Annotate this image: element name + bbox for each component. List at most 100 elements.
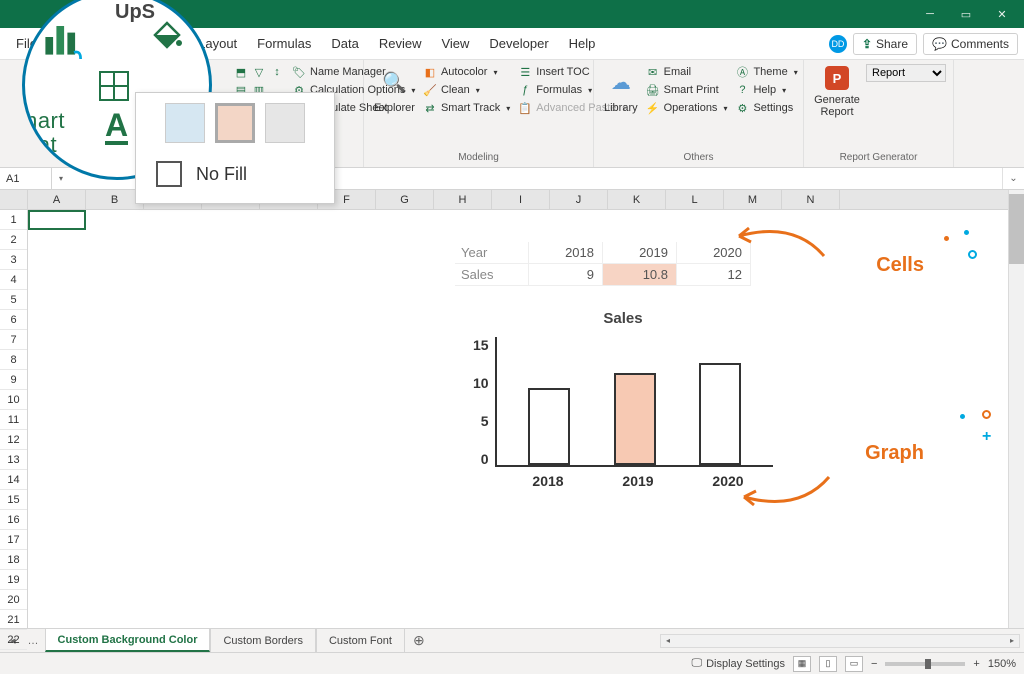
row-header[interactable]: 16	[0, 510, 27, 530]
row-header[interactable]: 9	[0, 370, 27, 390]
maximize-button[interactable]: ▭	[948, 0, 984, 28]
column-header[interactable]: H	[434, 190, 492, 209]
tab-formulas[interactable]: Formulas	[247, 28, 321, 59]
row-header[interactable]: 1	[0, 210, 27, 230]
view-normal[interactable]: ▦	[793, 656, 811, 672]
scroll-thumb[interactable]	[1009, 194, 1024, 264]
report-dropdown[interactable]: Report	[866, 64, 946, 82]
cell-sales-label[interactable]: Sales	[455, 264, 529, 286]
collapse-ribbon[interactable]: ⌄	[1002, 168, 1024, 189]
row-header[interactable]: 21	[0, 610, 27, 630]
comments-button[interactable]: 💬Comments	[923, 33, 1018, 55]
toc-icon: ☰	[518, 65, 532, 79]
row-header[interactable]: 10	[0, 390, 27, 410]
smart-format-chart-icon[interactable]	[41, 15, 85, 59]
no-fill-option[interactable]: No Fill	[146, 155, 324, 193]
theme[interactable]: ⒶTheme▾	[733, 64, 799, 80]
row-header[interactable]: 3	[0, 250, 27, 270]
row-header[interactable]: 18	[0, 550, 27, 570]
row-header[interactable]: 6	[0, 310, 27, 330]
row-header[interactable]: 11	[0, 410, 27, 430]
row-header[interactable]: 7	[0, 330, 27, 350]
sheet-tab-font[interactable]: Custom Font	[316, 629, 405, 652]
avatar[interactable]: DD	[829, 35, 847, 53]
column-header[interactable]: N	[782, 190, 840, 209]
hscroll-right[interactable]: ▸	[1005, 636, 1019, 645]
row-header[interactable]: 19	[0, 570, 27, 590]
tab-data[interactable]: Data	[321, 28, 368, 59]
track-icon: ⇄	[423, 101, 437, 115]
settings[interactable]: ⚙Settings	[733, 100, 799, 116]
library-icon[interactable]: ☁	[605, 66, 637, 98]
tab-developer[interactable]: Developer	[479, 28, 558, 59]
row-header[interactable]: 4	[0, 270, 27, 290]
cell-12[interactable]: 12	[677, 264, 751, 286]
view-page-break[interactable]: ▭	[845, 656, 863, 672]
cell-9[interactable]: 9	[529, 264, 603, 286]
cell-2018[interactable]: 2018	[529, 242, 603, 264]
font-color-icon[interactable]: A	[105, 109, 128, 145]
add-sheet-button[interactable]: ⊕	[405, 632, 433, 649]
email[interactable]: ✉Email	[644, 64, 730, 80]
clean[interactable]: 🧹Clean▾	[421, 82, 512, 98]
minimize-button[interactable]: ─	[912, 0, 948, 28]
column-header[interactable]: K	[608, 190, 666, 209]
row-header[interactable]: 15	[0, 490, 27, 510]
bar-2018	[528, 388, 570, 465]
row-header[interactable]: 20	[0, 590, 27, 610]
view-page-layout[interactable]: ▯	[819, 656, 837, 672]
smart-print[interactable]: 🖨Smart Print	[644, 82, 730, 98]
cell-year-label[interactable]: Year	[455, 242, 529, 264]
tab-help[interactable]: Help	[559, 28, 606, 59]
select-all-corner[interactable]	[0, 190, 27, 210]
nofill-label: No Fill	[196, 164, 247, 185]
display-settings[interactable]: 🖵Display Settings	[692, 657, 785, 670]
zoom-in[interactable]: +	[973, 658, 979, 670]
column-header[interactable]: A	[28, 190, 86, 209]
row-header[interactable]: 5	[0, 290, 27, 310]
swatch-peach[interactable]	[215, 103, 255, 143]
row-header[interactable]: 2	[0, 230, 27, 250]
explorer-icon[interactable]: 🔍	[378, 66, 410, 98]
row-header[interactable]: 14	[0, 470, 27, 490]
column-header[interactable]: M	[724, 190, 782, 209]
row-header[interactable]: 13	[0, 450, 27, 470]
grid-main[interactable]: ABCDEFGHIJKLMN Year 2018 2019 2020 Sales…	[28, 190, 1024, 628]
column-header[interactable]: I	[492, 190, 550, 209]
vertical-scrollbar[interactable]	[1008, 190, 1024, 628]
tab-review[interactable]: Review	[369, 28, 432, 59]
ppt-icon[interactable]: P	[825, 66, 849, 90]
column-header[interactable]: L	[666, 190, 724, 209]
icon-cluster[interactable]: ⬒▽↕	[232, 64, 286, 80]
tab-view[interactable]: View	[431, 28, 479, 59]
smart-track[interactable]: ⇄Smart Track▾	[421, 100, 512, 116]
zoom-out[interactable]: −	[871, 658, 877, 670]
column-header[interactable]: J	[550, 190, 608, 209]
column-header[interactable]: G	[376, 190, 434, 209]
swatch-gray[interactable]	[265, 103, 305, 143]
row-header[interactable]: 8	[0, 350, 27, 370]
ytick: 0	[473, 451, 489, 467]
row-header[interactable]: 17	[0, 530, 27, 550]
zoom-thumb[interactable]	[925, 659, 931, 669]
fill-bucket-icon[interactable]	[151, 21, 183, 49]
sheet-tab-borders[interactable]: Custom Borders	[210, 629, 315, 652]
horizontal-scrollbar[interactable]: ◂ ▸	[660, 634, 1020, 648]
share-button[interactable]: ⇪Share	[853, 33, 917, 55]
row-header[interactable]: 22	[0, 630, 27, 650]
cell-10-8[interactable]: 10.8	[603, 264, 677, 286]
ytick: 15	[473, 337, 489, 353]
chart-object[interactable]: Sales 15 10 5 0 2018 2	[473, 310, 773, 510]
help[interactable]: ?Help▾	[733, 82, 799, 98]
cell-2019[interactable]: 2019	[603, 242, 677, 264]
smart-print-label: Smart Print	[664, 84, 719, 96]
autocolor[interactable]: ◧Autocolor▾	[421, 64, 512, 80]
zoom-slider[interactable]	[885, 662, 965, 666]
swatch-blue[interactable]	[165, 103, 205, 143]
zoom-level[interactable]: 150%	[988, 658, 1016, 670]
hscroll-left[interactable]: ◂	[661, 636, 675, 645]
row-header[interactable]: 12	[0, 430, 27, 450]
close-button[interactable]: ✕	[984, 0, 1020, 28]
operations[interactable]: ⚡Operations▾	[644, 100, 730, 116]
sheet-tab-active[interactable]: Custom Background Color	[45, 629, 211, 652]
